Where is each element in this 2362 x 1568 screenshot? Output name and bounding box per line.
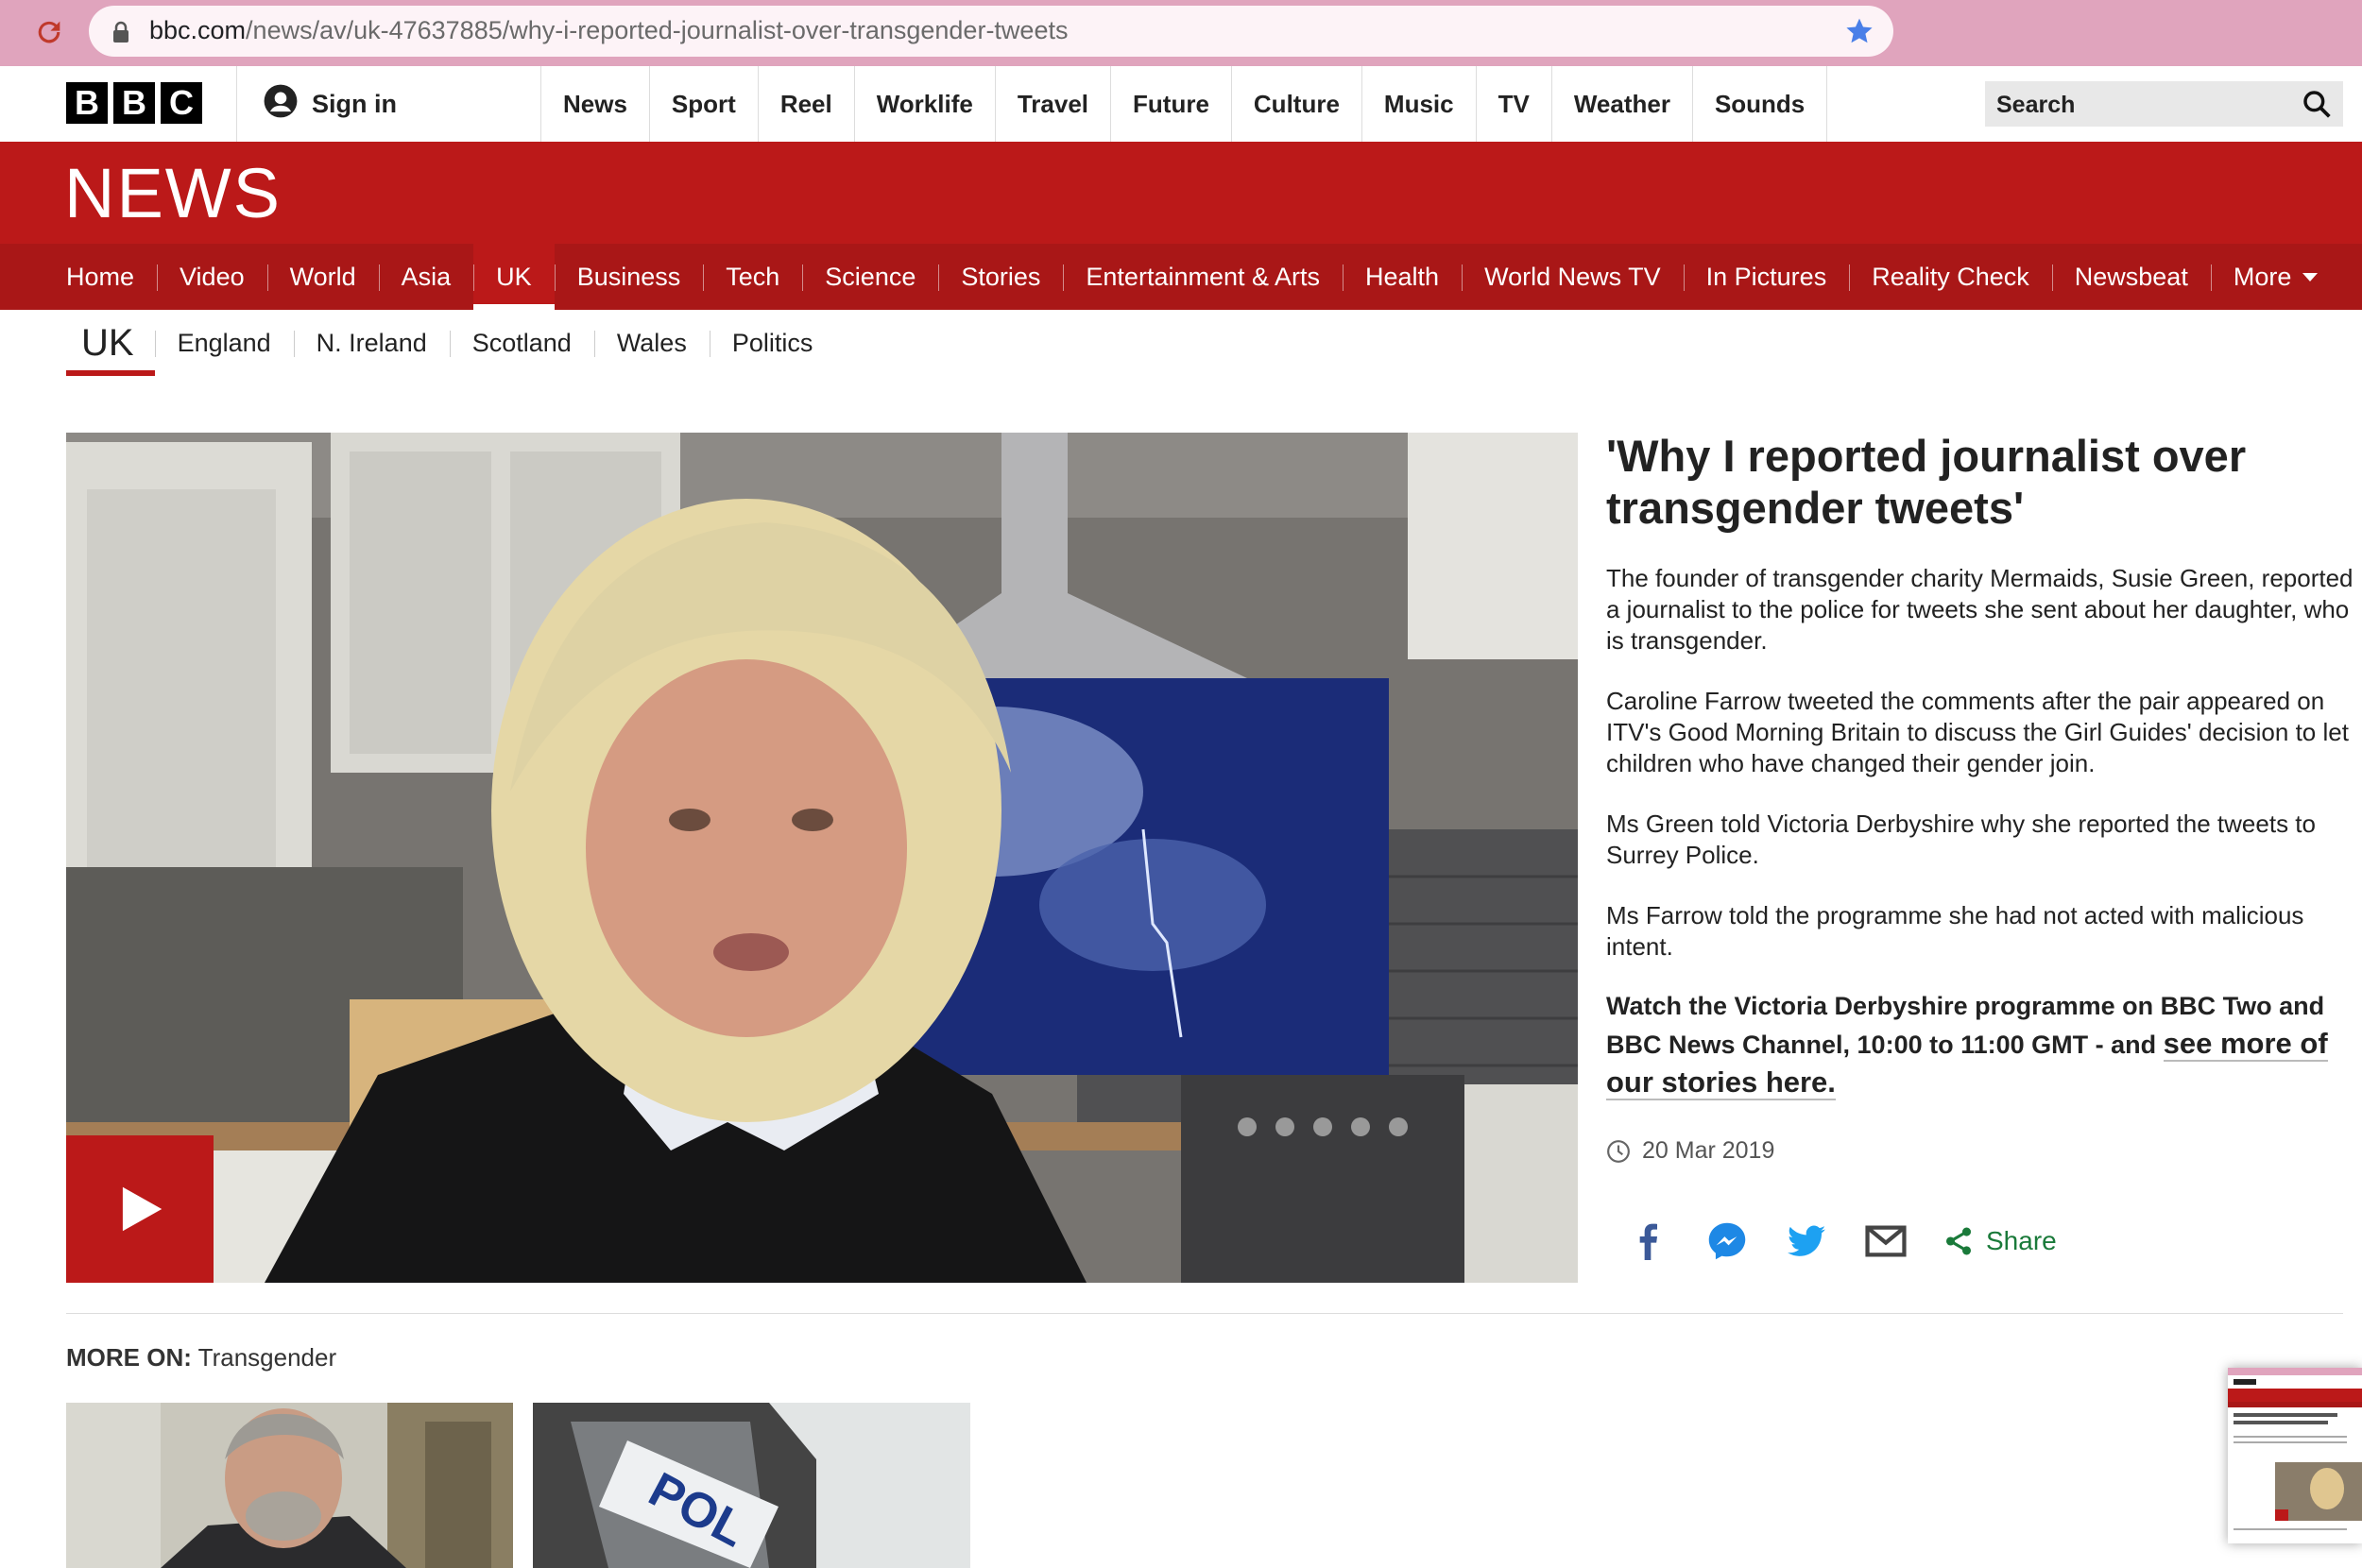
subnav-current[interactable]: UK [66, 310, 155, 376]
reload-icon[interactable] [30, 13, 68, 51]
bbc-logo[interactable]: B B C [66, 82, 202, 124]
section-asia[interactable]: Asia [378, 244, 474, 310]
uk-subnav: UK England N. Ireland Scotland Wales Pol… [66, 310, 835, 376]
section-health[interactable]: Health [1343, 244, 1462, 310]
related-story-image [66, 1403, 513, 1568]
section-science[interactable]: Science [802, 244, 938, 310]
article-paragraph-2: Caroline Farrow tweeted the comments aft… [1606, 687, 2349, 777]
bbc-global-header: B B C Sign in News Sport Reel Worklife T… [0, 66, 2362, 143]
header-divider [236, 66, 237, 142]
section-entertainment-arts[interactable]: Entertainment & Arts [1063, 244, 1343, 310]
bbc-logo-b1: B [66, 82, 108, 124]
more-on-topic-link[interactable]: Transgender [198, 1343, 336, 1372]
subnav-scotland[interactable]: Scotland [449, 310, 594, 376]
global-nav-worklife[interactable]: Worklife [853, 66, 995, 142]
play-icon [122, 1186, 163, 1232]
section-reality-check[interactable]: Reality Check [1849, 244, 2052, 310]
section-business[interactable]: Business [554, 244, 704, 310]
browser-toolbar: bbc.com/news/av/uk-47637885/why-i-report… [0, 0, 2362, 66]
global-nav-sounds[interactable]: Sounds [1691, 66, 1828, 142]
address-bar[interactable]: bbc.com/news/av/uk-47637885/why-i-report… [89, 6, 1893, 57]
section-more-label: More [2233, 262, 2292, 291]
global-nav-music[interactable]: Music [1361, 66, 1476, 142]
play-button[interactable] [66, 1135, 214, 1283]
section-video[interactable]: Video [157, 244, 267, 310]
publish-date: 20 Mar 2019 [1606, 1137, 1774, 1165]
subnav-wales[interactable]: Wales [593, 310, 710, 376]
clock-icon [1607, 1139, 1630, 1163]
global-nav-weather[interactable]: Weather [1550, 66, 1692, 142]
more-on-label: MORE ON: [66, 1343, 192, 1372]
search-input[interactable]: Search [1985, 81, 2343, 127]
article-headline: 'Why I reported journalist over transgen… [1606, 431, 2247, 533]
global-nav-news[interactable]: News [540, 66, 649, 142]
url-text: bbc.com/news/av/uk-47637885/why-i-report… [149, 16, 1068, 45]
sign-in-link[interactable]: Sign in [263, 83, 397, 126]
global-nav-tv[interactable]: TV [1475, 66, 1551, 142]
subnav-england[interactable]: England [154, 310, 294, 376]
more-on-heading: MORE ON: Transgender [66, 1343, 336, 1372]
section-world[interactable]: World [266, 244, 379, 310]
article-watch-note: Watch the Victoria Derbyshire programme … [1606, 987, 2362, 1102]
twitter-icon[interactable] [1784, 1219, 1829, 1264]
sign-in-label: Sign in [312, 90, 397, 118]
share-button[interactable]: Share [1943, 1225, 2057, 1257]
publish-date-text: 20 Mar 2019 [1642, 1137, 1775, 1164]
url-host: bbc.com [149, 16, 247, 44]
global-nav-reel[interactable]: Reel [757, 66, 854, 142]
subnav-n-ireland[interactable]: N. Ireland [293, 310, 450, 376]
article-paragraph-4: Ms Farrow told the programme she had not… [1606, 901, 2304, 961]
bbc-logo-b2: B [113, 82, 155, 124]
news-section-nav: Home Video World Asia UK Business Tech S… [0, 244, 2362, 310]
search-icon[interactable] [2302, 89, 2332, 124]
preview-thumbnail [2228, 1368, 2362, 1543]
bbc-logo-c: C [161, 82, 202, 124]
related-story-thumbnail[interactable] [66, 1403, 513, 1568]
section-in-pictures[interactable]: In Pictures [1683, 244, 1850, 310]
section-newsbeat[interactable]: Newsbeat [2051, 244, 2211, 310]
related-story-thumbnail[interactable]: POL [533, 1403, 970, 1568]
chevron-down-icon [2302, 272, 2319, 281]
section-stories[interactable]: Stories [938, 244, 1063, 310]
section-tech[interactable]: Tech [703, 244, 802, 310]
video-still [66, 433, 1578, 1283]
section-divider [66, 1313, 2343, 1314]
news-logo[interactable]: NEWS [64, 153, 282, 233]
bookmark-star-icon[interactable] [1844, 16, 1874, 51]
section-world-news-tv[interactable]: World News TV [1462, 244, 1684, 310]
user-icon [263, 83, 299, 126]
search-label: Search [1996, 92, 2076, 118]
section-uk[interactable]: UK [473, 244, 555, 310]
share-tools: Share [1625, 1219, 2057, 1264]
global-nav-travel[interactable]: Travel [994, 66, 1110, 142]
global-nav: News Sport Reel Worklife Travel Future C… [540, 66, 1828, 142]
global-nav-culture[interactable]: Culture [1230, 66, 1361, 142]
email-icon[interactable] [1863, 1219, 1908, 1264]
article-paragraph-3: Ms Green told Victoria Derbyshire why sh… [1606, 810, 2316, 869]
video-player[interactable] [66, 433, 1578, 1283]
share-label: Share [1986, 1226, 2057, 1255]
url-path: /news/av/uk-47637885/why-i-reported-jour… [246, 16, 1069, 44]
lock-icon [111, 21, 130, 48]
subnav-politics[interactable]: Politics [709, 310, 836, 376]
global-nav-sport[interactable]: Sport [648, 66, 758, 142]
news-masthead: NEWS [0, 142, 2362, 244]
facebook-icon[interactable] [1625, 1219, 1670, 1264]
floating-preview-window[interactable] [2228, 1368, 2362, 1543]
messenger-icon[interactable] [1704, 1219, 1750, 1264]
global-nav-future[interactable]: Future [1110, 66, 1231, 142]
related-story-image: POL [533, 1403, 970, 1568]
section-more[interactable]: More [2210, 244, 2341, 310]
share-icon [1945, 1227, 1972, 1255]
section-home[interactable]: Home [66, 244, 157, 310]
article-paragraph-1: The founder of transgender charity Merma… [1606, 564, 2353, 655]
